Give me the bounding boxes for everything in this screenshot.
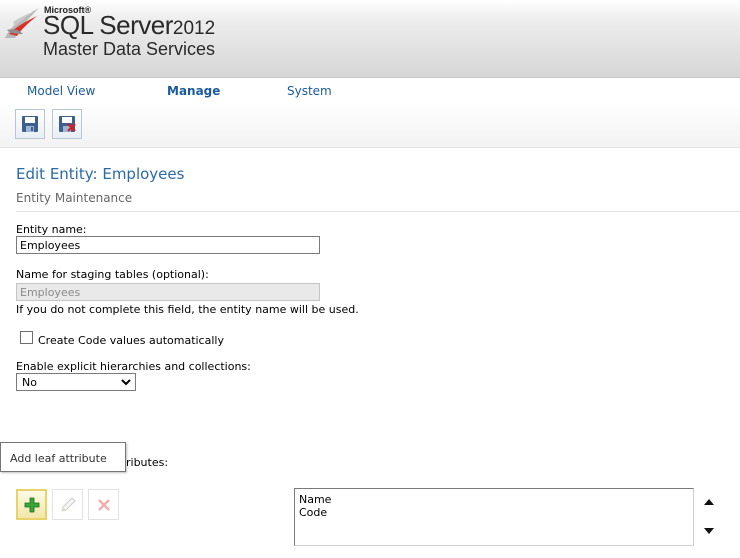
x-icon xyxy=(98,499,110,511)
move-down-icon[interactable] xyxy=(703,527,715,535)
move-up-icon[interactable] xyxy=(703,498,715,506)
staging-help-text: If you do not complete this field, the e… xyxy=(16,303,359,316)
list-item[interactable]: Name xyxy=(299,493,331,506)
app-header: Microsoft® SQL Server2012 Master Data Se… xyxy=(0,0,740,77)
brand-product-name: SQL Server xyxy=(43,10,173,40)
toolbar xyxy=(0,103,740,148)
hierarchies-select[interactable]: No xyxy=(16,373,136,391)
create-code-label: Create Code values automatically xyxy=(38,334,224,347)
nav-manage[interactable]: Manage xyxy=(167,84,220,98)
nav-system[interactable]: System xyxy=(287,84,332,98)
brand-product: SQL Server2012 xyxy=(43,10,215,41)
sql-server-logo-icon xyxy=(5,8,39,38)
save-button[interactable] xyxy=(15,109,45,139)
save-close-icon xyxy=(59,116,76,132)
save-and-close-button[interactable] xyxy=(52,109,82,139)
hierarchies-label: Enable explicit hierarchies and collecti… xyxy=(16,360,251,373)
nav-model-view[interactable]: Model View xyxy=(27,84,95,98)
staging-name-input xyxy=(16,283,320,301)
hierarchies-selected-value: No xyxy=(22,376,37,389)
leaf-attributes-label: ributes: xyxy=(126,456,169,469)
list-item[interactable]: Code xyxy=(299,506,327,519)
save-icon xyxy=(22,116,38,132)
page-subtitle: Entity Maintenance xyxy=(16,191,133,205)
plus-icon xyxy=(24,497,40,513)
delete-attribute-button[interactable] xyxy=(88,489,119,520)
edit-attribute-button[interactable] xyxy=(52,489,83,520)
brand-version: 2012 xyxy=(172,18,216,39)
entity-name-input[interactable] xyxy=(16,236,320,254)
entity-name-label: Entity name: xyxy=(16,223,87,236)
staging-name-label: Name for staging tables (optional): xyxy=(16,268,209,281)
page-title: Edit Entity: Employees xyxy=(16,165,185,183)
section-divider xyxy=(16,211,740,212)
main-nav: Model View Manage System xyxy=(0,77,740,104)
pencil-icon xyxy=(61,497,76,512)
chevron-down-icon xyxy=(121,379,131,386)
add-attribute-button[interactable] xyxy=(16,489,47,520)
create-code-checkbox[interactable] xyxy=(20,331,33,344)
tooltip-text: Add leaf attribute xyxy=(10,452,107,465)
add-leaf-attribute-tooltip: Add leaf attribute xyxy=(0,442,126,472)
brand-subtitle: Master Data Services xyxy=(43,39,216,59)
attribute-listbox[interactable]: Name Code xyxy=(294,488,694,546)
